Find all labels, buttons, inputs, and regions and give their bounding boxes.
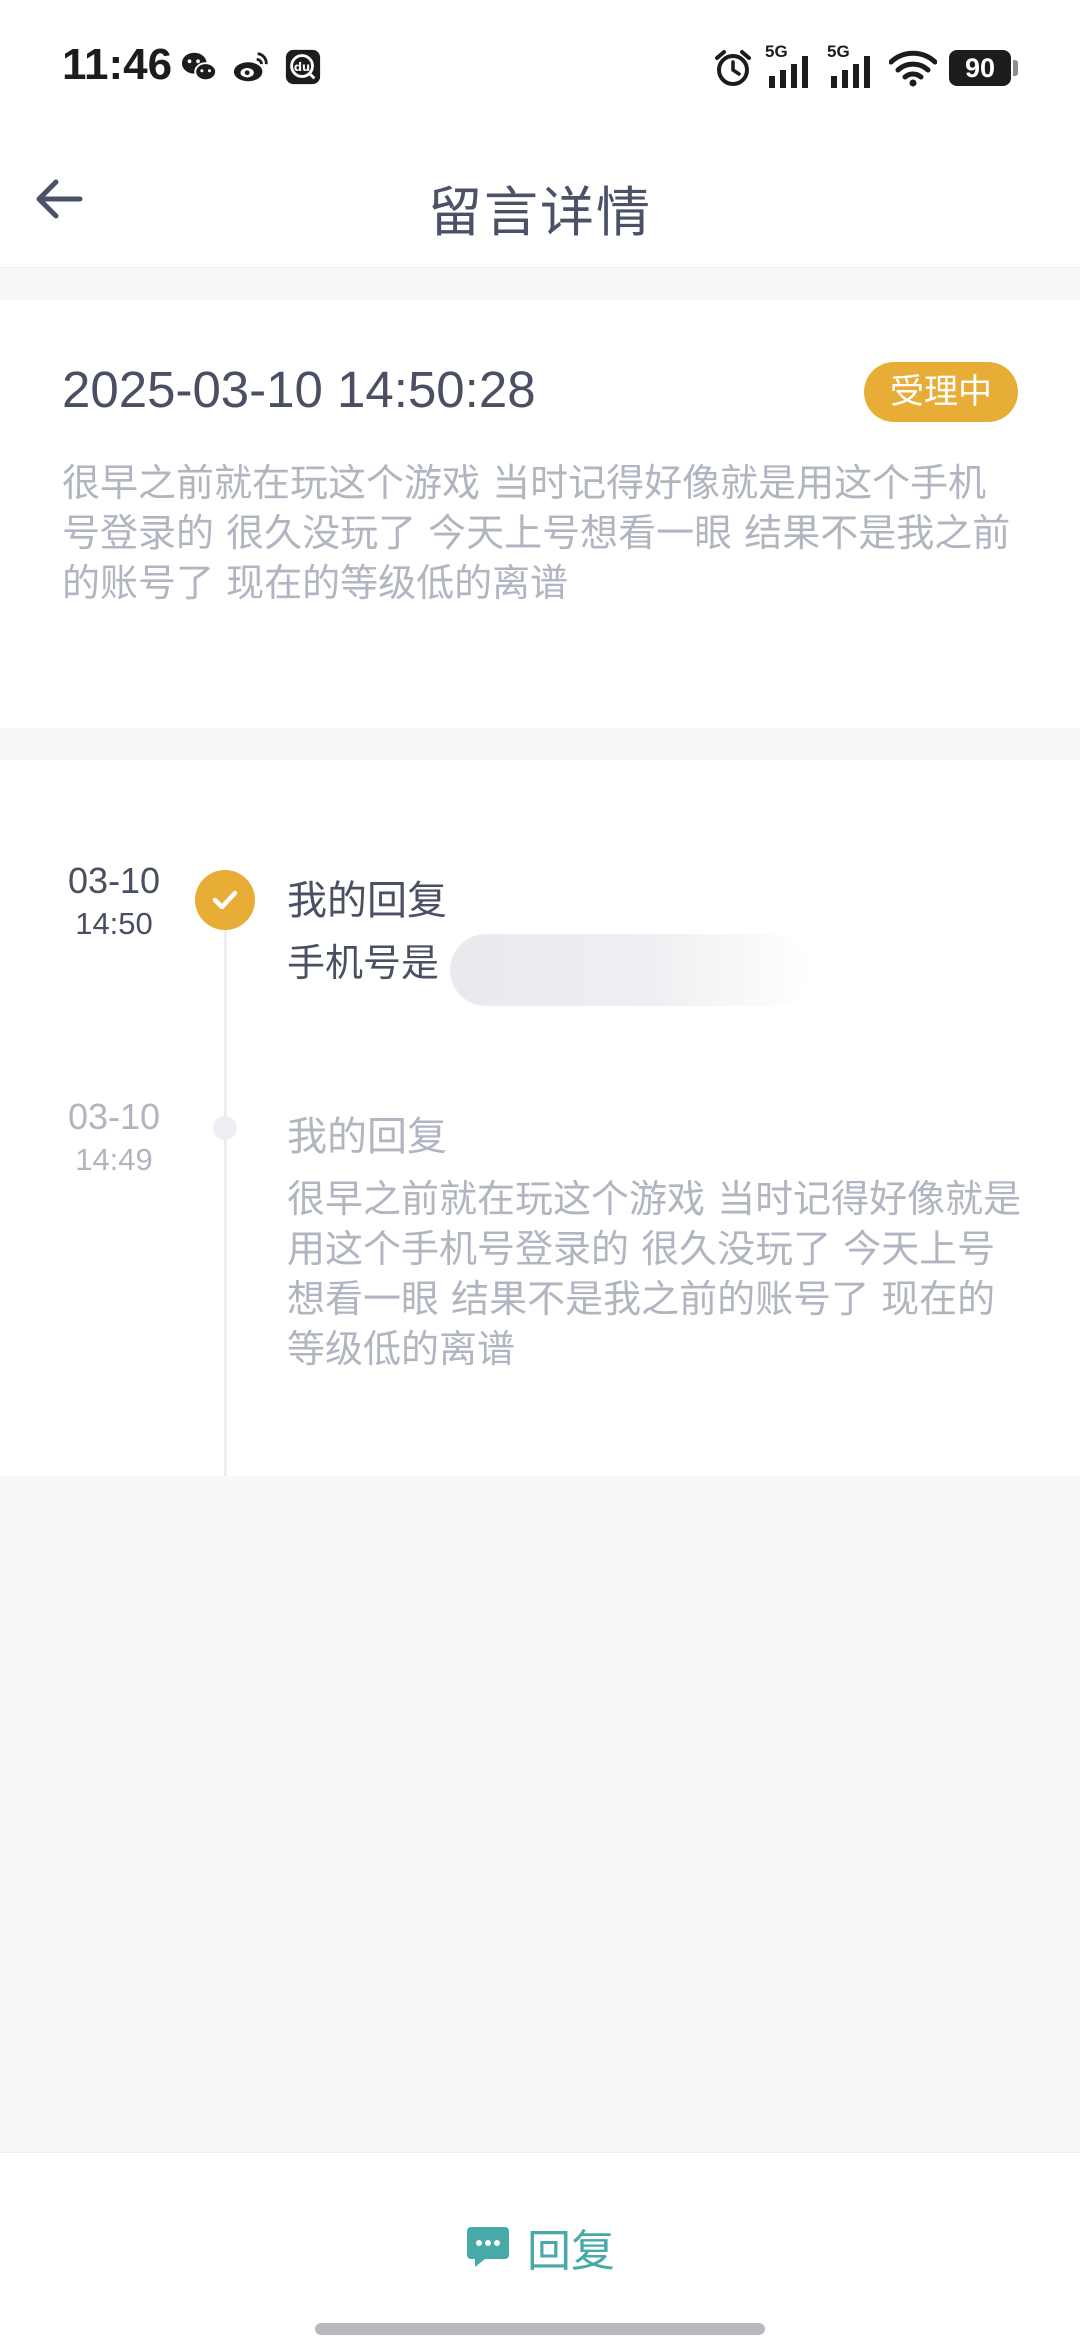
wechat-icon: [181, 52, 218, 82]
reply-time: 14:49: [75, 1142, 153, 1177]
status-time: 11:46: [62, 40, 173, 89]
battery-indicator: 90: [949, 50, 1018, 86]
signal-2-label: 5G: [827, 42, 850, 61]
reply-date: 03-10: [67, 1096, 161, 1137]
message-datetime: 2025-03-10 14:50:28: [62, 361, 536, 418]
page-title: 留言详情: [428, 181, 652, 244]
wifi-icon: [889, 50, 937, 87]
battery-level: 90: [949, 50, 1011, 86]
reply-title: 我的回复: [287, 1114, 447, 1160]
notification-icons: du: [180, 48, 322, 86]
battery-cap: [1013, 60, 1018, 76]
app-du-icon: du: [285, 49, 321, 85]
check-circle-icon: [195, 870, 255, 930]
bottom-bar: 回复: [0, 2152, 1080, 2345]
signal-1: 5G: [765, 42, 815, 90]
signal-2: 5G: [827, 42, 877, 90]
svg-text:du: du: [294, 60, 310, 74]
status-badge: 受理中: [864, 362, 1018, 422]
message-card: 2025-03-10 14:50:28 受理中 很早之前就在玩这个游戏 当时记得…: [0, 300, 1080, 728]
redacted-phone-number: [450, 934, 810, 1006]
system-indicators: 5G 5G 90: [713, 42, 1018, 90]
screen: 11:46 du 5G 5G 90 留言详情 2025-03-10 14:50:…: [0, 0, 1080, 2345]
reply-title: 我的回复: [287, 878, 447, 924]
status-bar: 11:46 du 5G 5G 90: [0, 0, 1080, 130]
nav-header: 留言详情: [0, 130, 1080, 268]
reply-date: 03-10: [67, 860, 161, 901]
signal-1-label: 5G: [765, 42, 788, 61]
weibo-icon: [233, 52, 268, 82]
alarm-icon: [715, 50, 751, 86]
timeline-line: [224, 900, 227, 1476]
timeline-dot-icon: [213, 1116, 237, 1140]
reply-button[interactable]: 回复: [0, 2211, 1080, 2283]
reply-button-label: 回复: [527, 2226, 615, 2277]
chat-bubble-icon: [467, 2227, 509, 2267]
reply-body: 很早之前就在玩这个游戏 当时记得好像就是用这个手机号登录的 很久没玩了 今天上号…: [287, 1177, 1022, 1371]
message-content: 很早之前就在玩这个游戏 当时记得好像就是用这个手机号登录的 很久没玩了 今天上号…: [62, 461, 1011, 605]
reply-time: 14:50: [75, 906, 153, 941]
home-indicator[interactable]: [315, 2323, 765, 2335]
reply-timeline: 03-10 14:50 我的回复 手机号是 03-10 14:49 我的回复 很…: [0, 760, 1080, 1476]
